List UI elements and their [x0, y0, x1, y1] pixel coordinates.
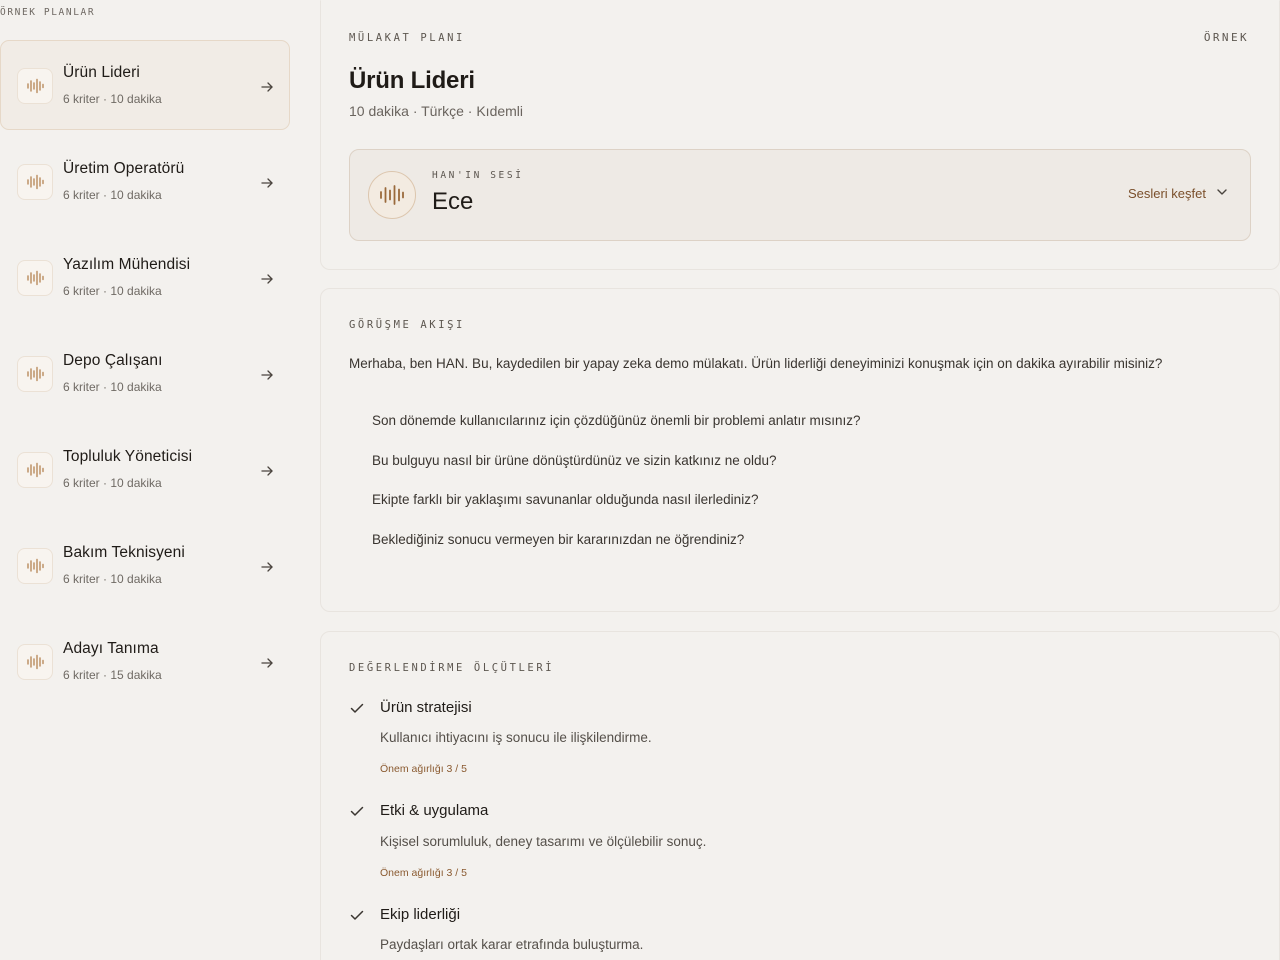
chevron-down-icon: [1216, 186, 1228, 201]
check-icon: [349, 803, 365, 819]
question-item: Ekipte farklı bir yaklaşımı savunanlar o…: [372, 492, 759, 507]
waveform-icon: [17, 260, 53, 296]
arrow-right-icon: [259, 463, 275, 479]
plan-title: Yazılım Mühendisi: [63, 256, 191, 273]
plan-title: Topluluk Yöneticisi: [63, 448, 193, 465]
voice-label: HAN'IN SESİ: [432, 170, 524, 181]
check-icon: [349, 907, 365, 923]
plan-item-yazilim-muhendisi[interactable]: Yazılım Mühendisi 6 kriter · 10 dakika: [0, 232, 290, 322]
waveform-icon: [17, 644, 53, 680]
question-item: Bu bulguyu nasıl bir ürüne dönüştürdünüz…: [372, 453, 777, 468]
waveform-icon: [17, 164, 53, 200]
plan-meta: 6 kriter · 10 dakika: [63, 92, 162, 106]
plan-title: Depo Çalışanı: [63, 352, 163, 369]
arrow-right-icon: [259, 79, 275, 95]
plan-meta: 6 kriter · 10 dakika: [63, 572, 162, 586]
plan-item-topluluk-yoneticisi[interactable]: Topluluk Yöneticisi 6 kriter · 10 dakika: [0, 424, 290, 514]
arrow-right-icon: [259, 271, 275, 287]
plan-title: Ürün Lideri: [63, 64, 140, 81]
criterion-weight: Önem ağırlığı 3 / 5: [380, 867, 467, 879]
voice-selector[interactable]: HAN'IN SESİ Ece Sesleri keşfet: [349, 149, 1251, 241]
criterion-weight: Önem ağırlığı 3 / 5: [380, 763, 467, 775]
plan-title: Adayı Tanıma: [63, 640, 159, 657]
criterion-description: Kullanıcı ihtiyacını iş sonucu ile ilişk…: [380, 730, 652, 745]
criterion-title: Ekip liderliği: [380, 906, 461, 923]
interview-flow-card: GÖRÜŞME AKIŞI Merhaba, ben HAN. Bu, kayd…: [320, 288, 1280, 612]
criteria-section-label: DEĞERLENDİRME ÖLÇÜTLERİ: [349, 662, 555, 674]
criterion-description: Kişisel sorumluluk, deney tasarımı ve öl…: [380, 834, 707, 849]
plan-item-bakim-teknisyeni[interactable]: Bakım Teknisyeni 6 kriter · 10 dakika: [0, 520, 290, 610]
waveform-icon: [17, 548, 53, 584]
arrow-right-icon: [259, 175, 275, 191]
waveform-icon: [17, 68, 53, 104]
example-badge: ÖRNEK: [1203, 31, 1249, 44]
plan-item-uretim-operatoru[interactable]: Üretim Operatörü 6 kriter · 10 dakika: [0, 136, 290, 226]
waveform-icon: [17, 452, 53, 488]
waveform-icon: [17, 356, 53, 392]
plan-meta: 6 kriter · 10 dakika: [63, 380, 162, 394]
waveform-icon: [368, 171, 416, 219]
arrow-right-icon: [259, 655, 275, 671]
sidebar: ÖRNEK PLANLAR Ürün Lideri 6 kriter · 10 …: [0, 0, 290, 960]
criterion-description: Paydaşları ortak karar etrafında buluştu…: [380, 937, 644, 952]
plan-meta: 6 kriter · 15 dakika: [63, 668, 162, 682]
plan-meta: 6 kriter · 10 dakika: [63, 188, 162, 202]
criterion-title: Etki & uygulama: [380, 802, 489, 819]
plan-title: Üretim Operatörü: [63, 160, 185, 177]
question-item: Beklediğiniz sonucu vermeyen bir kararın…: [372, 532, 745, 547]
voice-name: Ece: [432, 188, 474, 215]
criterion-title: Ürün stratejisi: [380, 699, 472, 716]
sidebar-heading: ÖRNEK PLANLAR: [0, 7, 96, 18]
arrow-right-icon: [259, 559, 275, 575]
plan-meta: 6 kriter · 10 dakika: [63, 476, 162, 490]
plan-item-urun-lideri[interactable]: Ürün Lideri 6 kriter · 10 dakika: [0, 40, 290, 130]
arrow-right-icon: [259, 367, 275, 383]
explore-voices-button[interactable]: Sesleri keşfet: [1128, 186, 1228, 201]
flow-section-label: GÖRÜŞME AKIŞI: [349, 319, 465, 331]
page-title: Ürün Lideri: [349, 67, 475, 94]
plan-item-depo-calisani[interactable]: Depo Çalışanı 6 kriter · 10 dakika: [0, 328, 290, 418]
plan-section-label: MÜLAKAT PLANI: [349, 32, 465, 44]
criteria-card: DEĞERLENDİRME ÖLÇÜTLERİ Ürün stratejisi …: [320, 631, 1280, 960]
plan-card: MÜLAKAT PLANI ÖRNEK Ürün Lideri 10 dakik…: [320, 0, 1280, 270]
plan-meta: 6 kriter · 10 dakika: [63, 284, 162, 298]
plan-title: Bakım Teknisyeni: [63, 544, 185, 561]
explore-voices-label: Sesleri keşfet: [1127, 186, 1206, 201]
question-item: Son dönemde kullanıcılarınız için çözdüğ…: [372, 413, 861, 428]
check-icon: [349, 700, 365, 716]
greeting-text: Merhaba, ben HAN. Bu, kaydedilen bir yap…: [349, 356, 1163, 371]
plan-item-adayi-tanima[interactable]: Adayı Tanıma 6 kriter · 15 dakika: [0, 616, 290, 706]
plan-subtitle: 10 dakika · Türkçe · Kıdemli: [349, 103, 524, 119]
